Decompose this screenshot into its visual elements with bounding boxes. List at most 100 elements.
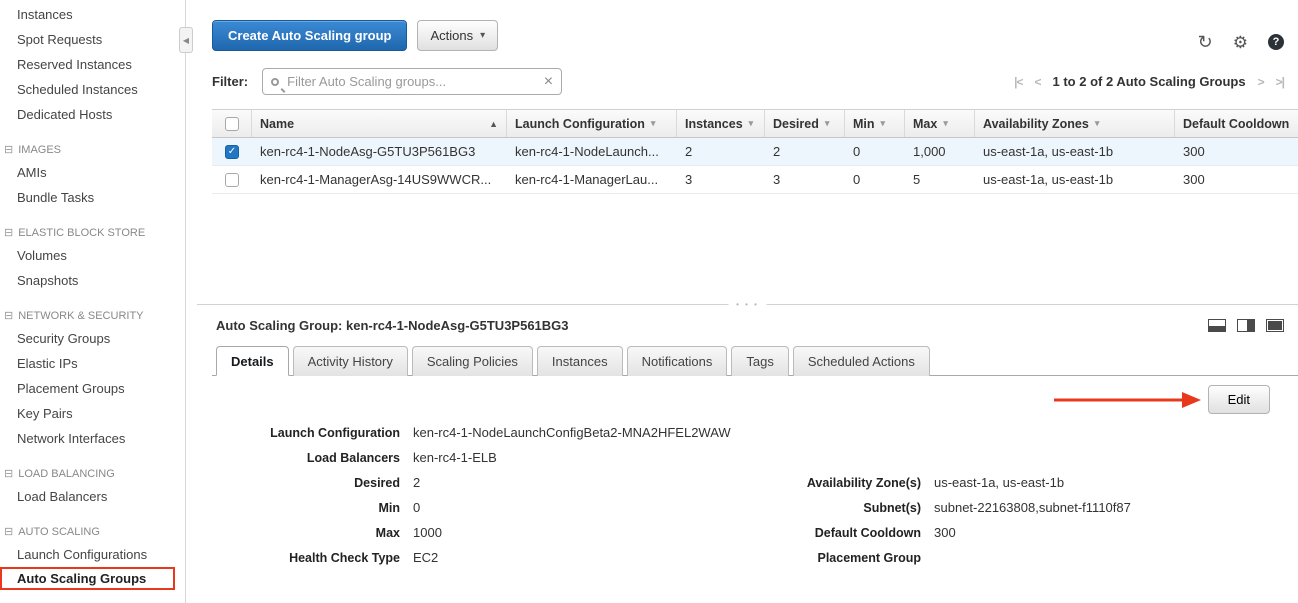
column-header-availability-zones[interactable]: Availability Zones ▾ <box>975 110 1175 137</box>
cell-default-cooldown: 300 <box>1175 144 1298 159</box>
filter-input[interactable] <box>285 73 538 90</box>
column-label: Default Cooldown <box>1183 117 1289 131</box>
sidebar-item-instances[interactable]: Instances <box>0 2 185 27</box>
field-label: Health Check Type <box>212 551 400 565</box>
first-page-icon[interactable]: |< <box>1014 75 1022 89</box>
clear-filter-icon[interactable]: × <box>544 74 553 90</box>
sidebar-section-label: AUTO SCALING <box>18 522 100 542</box>
cell-min: 0 <box>845 172 905 187</box>
sidebar-item-security-groups[interactable]: Security Groups <box>0 326 185 351</box>
edit-button[interactable]: Edit <box>1208 385 1270 414</box>
cell-availability-zones: us-east-1a, us-east-1b <box>975 144 1175 159</box>
sidebar-item-volumes[interactable]: Volumes <box>0 243 185 268</box>
column-header-default-cooldown[interactable]: Default Cooldown <box>1175 110 1298 137</box>
column-label: Min <box>853 117 875 131</box>
column-header-launch-configuration[interactable]: Launch Configuration ▾ <box>507 110 677 137</box>
sidebar-item-spot-requests[interactable]: Spot Requests <box>0 27 185 52</box>
tab-instances[interactable]: Instances <box>537 346 623 376</box>
column-header-desired[interactable]: Desired ▾ <box>765 110 845 137</box>
column-header-instances[interactable]: Instances ▾ <box>677 110 765 137</box>
cell-launch-configuration: ken-rc4-1-NodeLaunch... <box>507 144 677 159</box>
sidebar-item-bundle-tasks[interactable]: Bundle Tasks <box>0 185 185 210</box>
field-row: Availability Zone(s) us-east-1a, us-east… <box>621 470 1131 495</box>
last-page-icon[interactable]: >| <box>1276 75 1284 89</box>
actions-button[interactable]: Actions ▾ <box>417 20 498 51</box>
cell-desired: 3 <box>765 172 845 187</box>
field-label: Desired <box>212 476 400 490</box>
collapse-section-icon: ⊟ <box>4 140 13 160</box>
sidebar-item-placement-groups[interactable]: Placement Groups <box>0 376 185 401</box>
annotation-arrow-icon <box>1052 391 1202 409</box>
detail-fields-right: Availability Zone(s) us-east-1a, us-east… <box>621 470 1131 570</box>
tab-scaling-policies[interactable]: Scaling Policies <box>412 346 533 376</box>
tab-tags[interactable]: Tags <box>731 346 788 376</box>
sidebar-item-dedicated-hosts[interactable]: Dedicated Hosts <box>0 102 185 127</box>
sidebar-section-load-balancing[interactable]: ⊟ LOAD BALANCING <box>0 464 185 484</box>
field-row: Launch Configuration ken-rc4-1-NodeLaunc… <box>212 420 1298 445</box>
table-row[interactable]: ✓ ken-rc4-1-NodeAsg-G5TU3P561BG3 ken-rc4… <box>212 138 1298 166</box>
sidebar-item-reserved-instances[interactable]: Reserved Instances <box>0 52 185 77</box>
refresh-icon[interactable]: ↻ <box>1198 33 1213 51</box>
sidebar-item-amis[interactable]: AMIs <box>0 160 185 185</box>
detail-title: Auto Scaling Group: ken-rc4-1-NodeAsg-G5… <box>216 318 569 333</box>
column-label: Max <box>913 117 937 131</box>
filter-searchbox[interactable]: × <box>262 68 562 95</box>
help-icon[interactable]: ? <box>1268 34 1284 50</box>
field-value: 2 <box>413 475 420 490</box>
sidebar-item-snapshots[interactable]: Snapshots <box>0 268 185 293</box>
sidebar-section-label: NETWORK & SECURITY <box>18 306 143 326</box>
sort-ascending-icon: ▲ <box>489 119 498 129</box>
sidebar-collapse-button[interactable]: ◀ <box>179 27 193 53</box>
layout-right-pane-icon[interactable] <box>1237 319 1255 332</box>
detail-header: Auto Scaling Group: ken-rc4-1-NodeAsg-G5… <box>212 305 1298 339</box>
table-header-row: Name ▲ Launch Configuration ▾ Instances … <box>212 109 1298 138</box>
sidebar-section-auto-scaling[interactable]: ⊟ AUTO SCALING <box>0 522 185 542</box>
column-label: Name <box>260 117 294 131</box>
column-header-min[interactable]: Min ▾ <box>845 110 905 137</box>
cell-max: 5 <box>905 172 975 187</box>
field-value: us-east-1a, us-east-1b <box>934 475 1064 490</box>
sidebar-item-launch-configurations[interactable]: Launch Configurations <box>0 542 185 567</box>
row-select-cell: ✓ <box>212 145 252 159</box>
column-label: Availability Zones <box>983 117 1089 131</box>
next-page-icon[interactable]: > <box>1258 75 1264 89</box>
sidebar-item-load-balancers[interactable]: Load Balancers <box>0 484 185 509</box>
sidebar-section-network-security[interactable]: ⊟ NETWORK & SECURITY <box>0 306 185 326</box>
field-value: 300 <box>934 525 956 540</box>
tab-notifications[interactable]: Notifications <box>627 346 728 376</box>
column-header-name[interactable]: Name ▲ <box>252 110 507 137</box>
pane-layout-controls <box>1208 319 1284 332</box>
sidebar-section-images[interactable]: ⊟ IMAGES <box>0 140 185 160</box>
column-header-max[interactable]: Max ▾ <box>905 110 975 137</box>
filter-label: Filter: <box>212 74 248 89</box>
collapse-section-icon: ⊟ <box>4 306 13 326</box>
sidebar-item-auto-scaling-groups[interactable]: Auto Scaling Groups <box>0 567 175 590</box>
sidebar-item-key-pairs[interactable]: Key Pairs <box>0 401 185 426</box>
pane-resize-handle[interactable]: • • • <box>728 300 767 309</box>
prev-page-icon[interactable]: < <box>1035 75 1041 89</box>
create-auto-scaling-group-button[interactable]: Create Auto Scaling group <box>212 20 407 51</box>
sidebar-item-scheduled-instances[interactable]: Scheduled Instances <box>0 77 185 102</box>
cell-instances: 3 <box>677 172 765 187</box>
table-row[interactable]: ken-rc4-1-ManagerAsg-14US9WWCR... ken-rc… <box>212 166 1298 194</box>
select-all-checkbox[interactable] <box>225 117 239 131</box>
field-value: ken-rc4-1-NodeLaunchConfigBeta2-MNA2HFEL… <box>413 425 731 440</box>
detail-panel: • • • Auto Scaling Group: ken-rc4-1-Node… <box>197 304 1298 570</box>
cell-availability-zones: us-east-1a, us-east-1b <box>975 172 1175 187</box>
tab-details[interactable]: Details <box>216 346 289 376</box>
sidebar-item-elastic-ips[interactable]: Elastic IPs <box>0 351 185 376</box>
sidebar-item-network-interfaces[interactable]: Network Interfaces <box>0 426 185 451</box>
row-checkbox[interactable]: ✓ <box>225 145 239 159</box>
layout-bottom-pane-icon[interactable] <box>1208 319 1226 332</box>
chevron-down-icon: ▾ <box>480 30 485 41</box>
field-value: 0 <box>413 500 420 515</box>
detail-fields: Launch Configuration ken-rc4-1-NodeLaunc… <box>212 416 1298 570</box>
tab-activity-history[interactable]: Activity History <box>293 346 408 376</box>
tab-scheduled-actions[interactable]: Scheduled Actions <box>793 346 930 376</box>
sidebar-section-elastic-block-store[interactable]: ⊟ ELASTIC BLOCK STORE <box>0 223 185 243</box>
row-checkbox[interactable] <box>225 173 239 187</box>
field-label: Placement Group <box>621 551 921 565</box>
gear-icon[interactable]: ⚙ <box>1233 34 1248 51</box>
layout-full-pane-icon[interactable] <box>1266 319 1284 332</box>
collapse-section-icon: ⊟ <box>4 223 13 243</box>
